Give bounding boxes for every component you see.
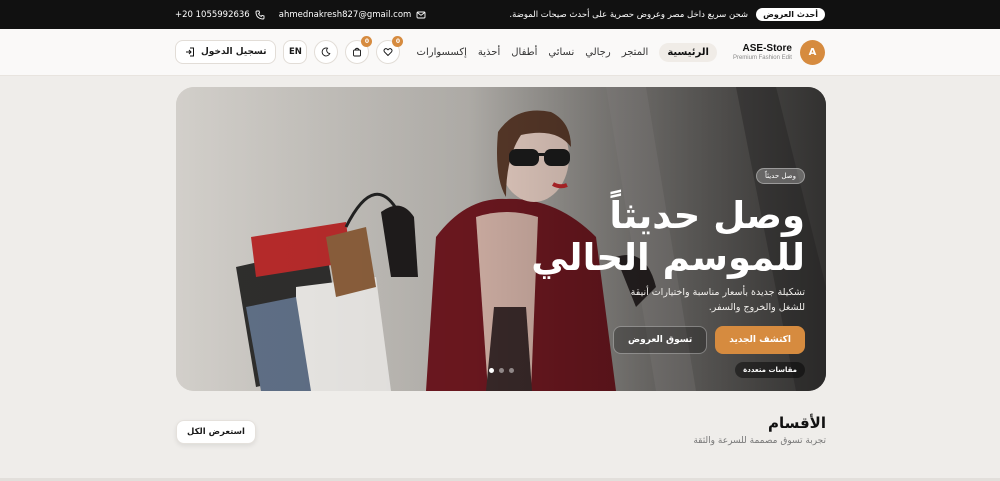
language-toggle[interactable]: EN — [283, 40, 308, 64]
login-button[interactable]: تسجيل الدخول — [175, 40, 277, 64]
login-label: تسجيل الدخول — [201, 47, 267, 57]
wishlist-count-badge: 0 — [392, 36, 404, 47]
promo: أحدث العروض شحن سريع داخل مصر وعروض حصري… — [509, 8, 825, 21]
mail-icon — [416, 11, 426, 18]
hero-cta-row: اكتشف الجديد تسوق العروض — [505, 326, 805, 354]
email-contact[interactable]: ahmednakresh827@gmail.com — [279, 10, 427, 20]
cart-count-badge: 0 — [361, 36, 373, 47]
theme-toggle-button[interactable] — [314, 40, 339, 64]
discover-new-button[interactable]: اكتشف الجديد — [715, 326, 805, 354]
hero-content: وصل حديثاً وصل حديثاً للموسم الحالي تشكي… — [505, 163, 805, 378]
announcement-bar: +20 1055992636 ahmednakresh827@gmail.com… — [0, 0, 1000, 29]
header-actions: تسجيل الدخول EN 0 0 — [175, 36, 404, 64]
phone-icon — [255, 10, 265, 19]
nav-item-store[interactable]: المتجر — [622, 47, 649, 58]
phone-number: +20 1055992636 — [175, 9, 250, 20]
brand-tagline: Premium Fashion Edit — [732, 55, 792, 61]
categories-subtitle: تجربة تسوق مصممة للسرعة والثقة — [693, 436, 826, 446]
nav-item-shoes[interactable]: أحذية — [478, 47, 500, 58]
view-all-button[interactable]: استعرض الكل — [176, 420, 256, 444]
carousel-dot-1[interactable] — [489, 368, 494, 373]
hero-headline-line2: للموسم الحالي — [531, 236, 805, 279]
nav-item-women[interactable]: نسائي — [548, 47, 574, 58]
cart-button[interactable]: 0 — [345, 36, 373, 64]
categories-title: الأقسام — [767, 414, 826, 432]
nav-item-kids[interactable]: أطفال — [511, 47, 537, 58]
sizes-chip: مقاسات متعددة — [735, 362, 805, 378]
phone-contact[interactable]: +20 1055992636 — [175, 10, 265, 20]
nav-item-accessories[interactable]: إكسسوارات — [417, 47, 467, 58]
categories-titles: الأقسام تجربة تسوق مصممة للسرعة والثقة — [693, 414, 826, 446]
nav-item-men[interactable]: رجالي — [585, 47, 610, 58]
site-header: تسجيل الدخول EN 0 0 الرئيسية المتجر رجال… — [0, 29, 1000, 76]
brand-text: ASE-Store Premium Fashion Edit — [733, 43, 792, 61]
main-nav: الرئيسية المتجر رجالي نسائي أطفال أحذية … — [417, 42, 717, 62]
shopping-bag-icon — [353, 47, 362, 57]
contact-info: +20 1055992636 ahmednakresh827@gmail.com — [175, 10, 426, 20]
brand-logo: A — [799, 39, 825, 65]
hero-subtitle: تشكيلة جديدة بأسعار مناسبة واختيارات أني… — [630, 287, 805, 313]
shop-offers-button[interactable]: تسوق العروض — [613, 326, 708, 354]
promo-text: شحن سريع داخل مصر وعروض حصرية على أحدث ص… — [509, 9, 749, 20]
heart-icon — [383, 48, 393, 57]
email-address: ahmednakresh827@gmail.com — [278, 9, 412, 20]
hero-headline-line1: وصل حديثاً — [609, 194, 805, 237]
carousel-dot-3[interactable] — [509, 368, 514, 373]
hero-pill: وصل حديثاً — [755, 168, 805, 184]
carousel-dot-2[interactable] — [499, 368, 504, 373]
promo-badge[interactable]: أحدث العروض — [756, 8, 825, 21]
hero-headline: وصل حديثاً للموسم الحالي — [505, 195, 805, 279]
carousel-dots — [489, 368, 514, 373]
moon-icon — [322, 47, 331, 57]
wishlist-button[interactable]: 0 — [376, 36, 404, 64]
categories-section: استعرض الكل الأقسام تجربة تسوق مصممة للس… — [176, 414, 826, 446]
hero-banner: وصل حديثاً وصل حديثاً للموسم الحالي تشكي… — [176, 87, 826, 391]
brand[interactable]: A ASE-Store Premium Fashion Edit — [733, 39, 825, 65]
brand-name: ASE-Store — [742, 43, 792, 54]
login-icon — [186, 47, 194, 57]
nav-item-home[interactable]: الرئيسية — [659, 42, 717, 62]
